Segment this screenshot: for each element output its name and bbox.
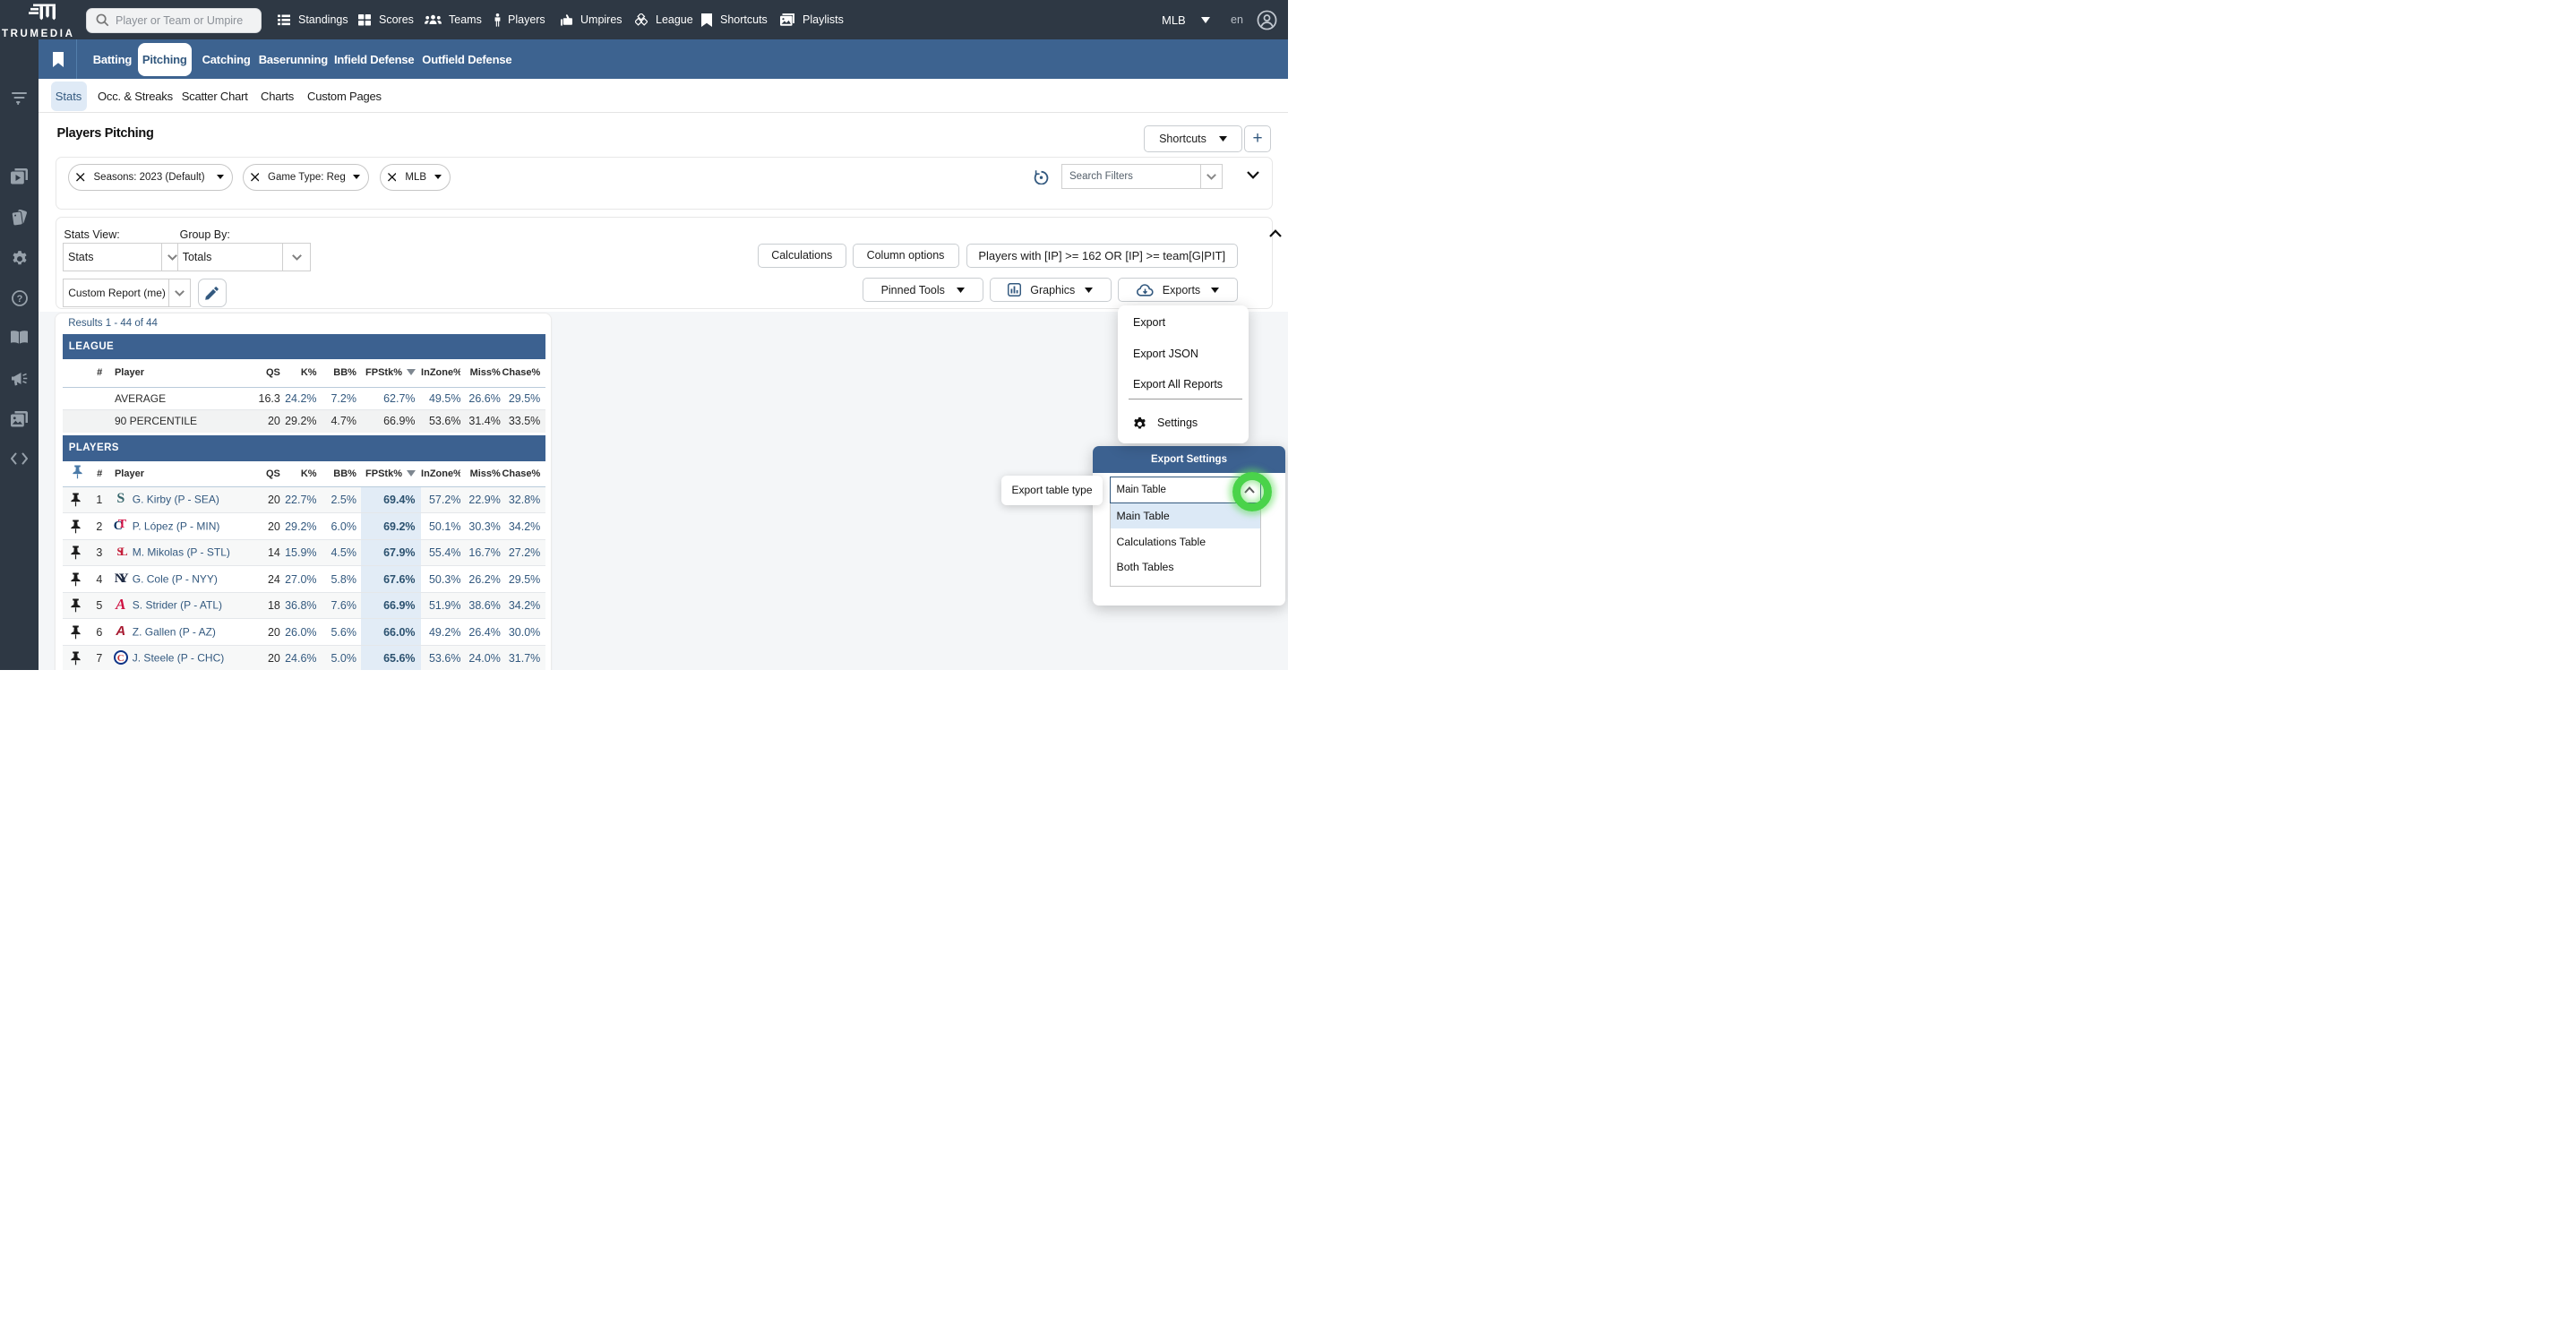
- svg-text:?: ?: [16, 294, 22, 305]
